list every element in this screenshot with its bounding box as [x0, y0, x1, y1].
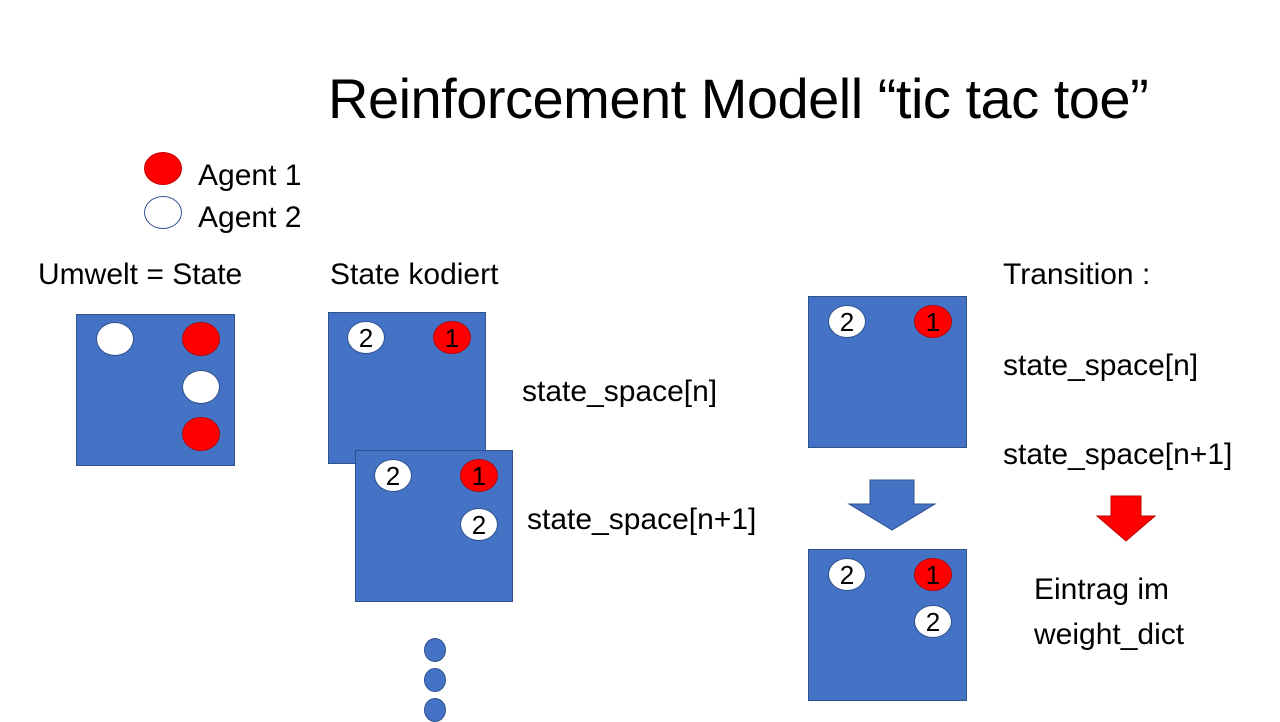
agent2-legend-marker: [144, 196, 182, 229]
down-arrow-icon: [847, 479, 937, 531]
agent1-legend-marker: [144, 152, 182, 185]
agent2-piece: [96, 322, 134, 356]
encoded-piece-2: 2: [828, 305, 866, 338]
encoded-state-board-n1: 2 1 2: [355, 450, 513, 602]
transition-board-after: 2 1 2: [808, 549, 967, 701]
agent1-legend-label: Agent 1: [198, 159, 302, 192]
encoded-piece-1: 1: [433, 321, 471, 354]
transition-state-n1-label: state_space[n+1]: [1003, 438, 1233, 471]
transition-board-before: 2 1: [808, 296, 967, 448]
umwelt-label: Umwelt = State: [38, 258, 243, 291]
agent1-piece: [182, 322, 220, 356]
umwelt-board: [76, 314, 235, 466]
encoded-piece-2: 2: [914, 605, 952, 638]
encoded-piece-1: 1: [914, 305, 952, 338]
transition-state-n-label: state_space[n]: [1003, 349, 1199, 382]
weight-dict-entry-line1: Eintrag im: [1034, 573, 1170, 606]
state-space-n1-label: state_space[n+1]: [527, 503, 757, 536]
weight-dict-entry-line2: weight_dict: [1034, 618, 1185, 651]
continuation-dot: [424, 698, 446, 722]
encoded-piece-2: 2: [374, 459, 412, 492]
encoded-state-board-n: 2 1: [328, 312, 486, 464]
encoded-piece-2: 2: [828, 558, 866, 591]
encoded-piece-1: 1: [460, 459, 498, 492]
continuation-dot: [424, 638, 446, 662]
state-kodiert-label: State kodiert: [330, 258, 499, 291]
page-title: Reinforcement Modell “tic tac toe”: [328, 67, 1149, 130]
encoded-piece-2: 2: [460, 508, 498, 541]
agent1-piece: [182, 417, 220, 451]
encoded-piece-2: 2: [347, 321, 385, 354]
continuation-dot: [424, 668, 446, 692]
down-arrow-red-icon: [1095, 495, 1157, 542]
agent2-legend-label: Agent 2: [198, 201, 302, 234]
agent2-piece: [182, 370, 220, 404]
transition-label: Transition :: [1003, 258, 1151, 291]
encoded-piece-1: 1: [914, 558, 952, 591]
state-space-n-label: state_space[n]: [522, 375, 718, 408]
